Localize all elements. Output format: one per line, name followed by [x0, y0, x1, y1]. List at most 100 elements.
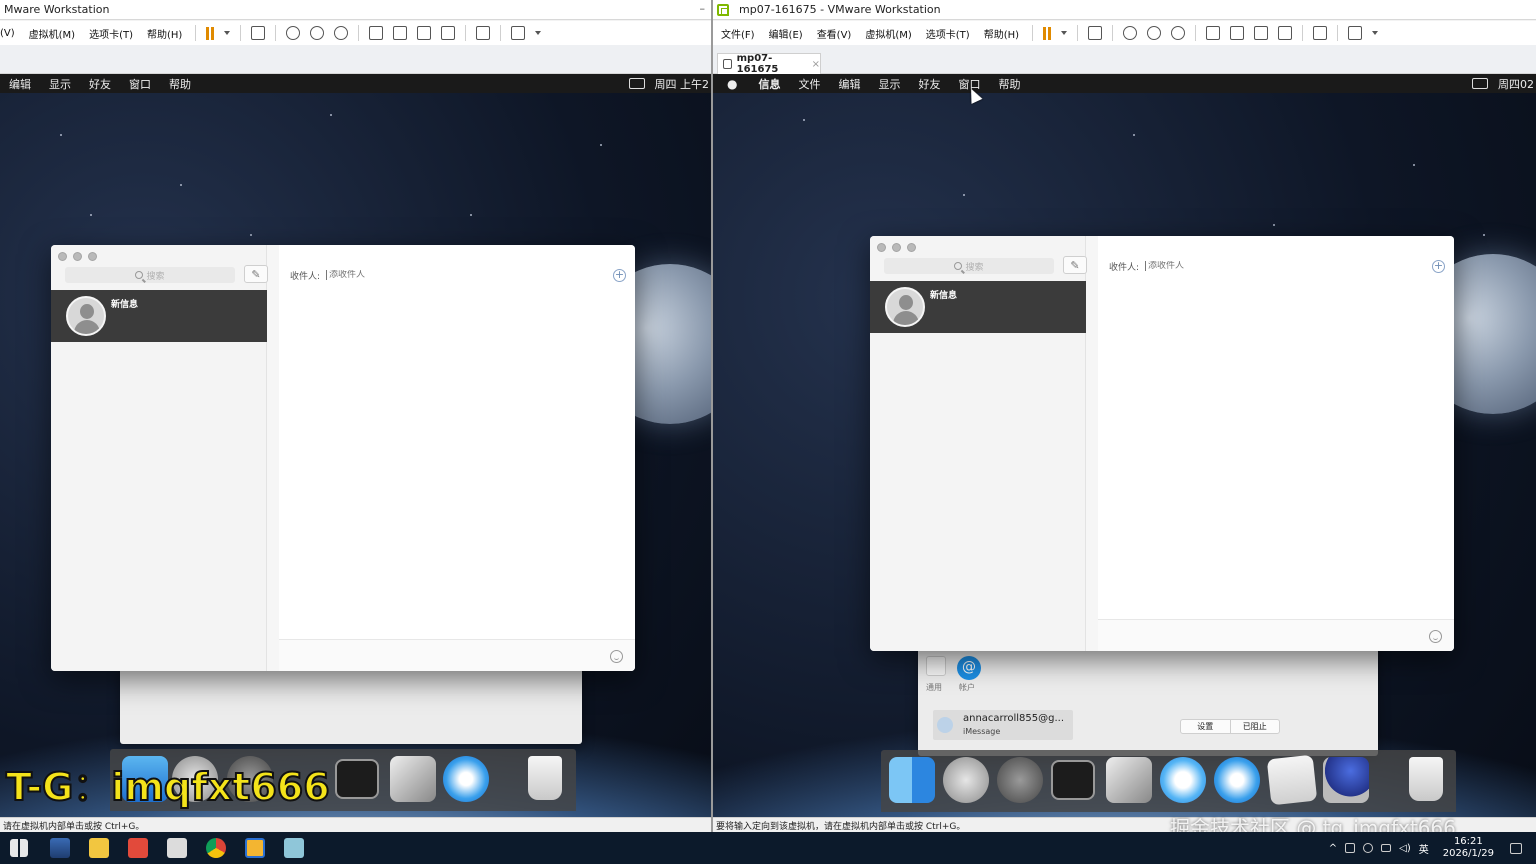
pause-icon[interactable]: [1043, 26, 1052, 40]
windows-start-icon[interactable]: [10, 839, 28, 857]
message-composer[interactable]: [1098, 619, 1454, 651]
file-explorer-icon[interactable]: [89, 838, 109, 858]
menu-tabs[interactable]: 选项卡(T): [82, 26, 140, 41]
zoom-icon[interactable]: [907, 242, 916, 252]
tray-app-icon[interactable]: [1345, 843, 1356, 853]
tab-vm[interactable]: mp07-161675 ×: [717, 53, 821, 75]
general-tab-icon[interactable]: [926, 656, 946, 676]
finder-icon[interactable]: [889, 757, 935, 803]
airplay-icon[interactable]: [1472, 78, 1488, 89]
snapshot-manager-icon[interactable]: [1171, 26, 1186, 40]
tray-clock-app-icon[interactable]: [1363, 843, 1374, 853]
mac-menu-window[interactable]: 窗口: [120, 76, 160, 92]
accounts-tab-icon[interactable]: @: [957, 656, 981, 680]
mac-menu-edit[interactable]: 编辑: [0, 76, 40, 92]
mac-menu-edit[interactable]: 编辑: [829, 76, 869, 92]
menu-tabs[interactable]: 选项卡(T): [919, 26, 977, 41]
account-row[interactable]: annacarroll855@g... iMessage: [933, 710, 1073, 740]
messages-icon[interactable]: [1160, 757, 1206, 803]
thumbnail-icon[interactable]: [1230, 26, 1245, 40]
snapshot-icon[interactable]: [1123, 26, 1138, 40]
vmware-taskbar-icon[interactable]: [245, 838, 265, 858]
mac-menu-messages[interactable]: 信息: [749, 76, 789, 92]
message-composer[interactable]: [279, 639, 635, 671]
minimize-icon[interactable]: [73, 251, 82, 261]
add-contact-icon[interactable]: +: [613, 269, 626, 282]
menu-vm[interactable]: 虚拟机(M): [22, 26, 82, 41]
settings-button[interactable]: 设置: [1181, 720, 1231, 733]
compose-button[interactable]: ✎: [244, 265, 268, 283]
mac-menu-help[interactable]: 帮助: [989, 76, 1029, 92]
zoom-icon[interactable]: [88, 251, 97, 261]
search-input[interactable]: 搜索: [65, 267, 235, 283]
chevron-down-icon[interactable]: [535, 31, 542, 35]
taskbar-clock[interactable]: 16:21 2026/1/29: [1443, 836, 1494, 860]
menu-file[interactable]: 文件(F): [713, 26, 762, 41]
conversation-item[interactable]: 新信息: [51, 290, 267, 342]
airplay-icon[interactable]: [628, 78, 645, 89]
pinned-app-blue-icon[interactable]: [284, 838, 304, 858]
activity-monitor-icon[interactable]: [335, 759, 379, 799]
library-icon[interactable]: [1206, 26, 1221, 40]
stretch-icon[interactable]: [511, 26, 526, 40]
blocked-button[interactable]: 已阻止: [1231, 720, 1280, 733]
textedit-icon[interactable]: [1266, 754, 1318, 806]
safari-icon[interactable]: [443, 756, 489, 802]
compose-button[interactable]: ✎: [1063, 256, 1087, 274]
mac-menu-view[interactable]: 显示: [869, 76, 909, 92]
trash-icon[interactable]: [1403, 757, 1449, 803]
emoji-icon[interactable]: [1429, 630, 1442, 643]
pause-icon[interactable]: [206, 26, 215, 40]
pinned-app-mac-icon[interactable]: [167, 838, 187, 858]
menubar-clock[interactable]: 周四 上午2: [655, 76, 710, 92]
minimize-icon[interactable]: –: [700, 2, 706, 15]
safari-icon[interactable]: [1214, 757, 1260, 803]
menu-help[interactable]: 帮助(H): [140, 26, 189, 41]
pinned-app-red-icon[interactable]: [128, 838, 148, 858]
chrome-icon[interactable]: [206, 838, 226, 858]
general-tab-label[interactable]: 通用: [926, 682, 942, 693]
unity-icon[interactable]: [1278, 26, 1293, 40]
system-preferences-icon[interactable]: [997, 757, 1043, 803]
xcode-icon[interactable]: [1106, 757, 1152, 803]
xcode-icon[interactable]: [390, 756, 436, 802]
menu-view[interactable]: 查看(V): [810, 26, 859, 41]
unity-icon[interactable]: [441, 26, 456, 40]
search-input[interactable]: 搜索: [884, 258, 1054, 274]
revert-snapshot-icon[interactable]: [1147, 26, 1162, 40]
add-contact-icon[interactable]: +: [1432, 260, 1445, 273]
chevron-down-icon[interactable]: [1372, 31, 1379, 35]
chevron-down-icon[interactable]: [224, 31, 231, 35]
fullscreen-icon[interactable]: [417, 26, 432, 40]
volume-icon[interactable]: ◁): [1399, 843, 1411, 854]
pinned-app-icon[interactable]: [50, 838, 70, 858]
snapshot-icon[interactable]: [286, 26, 301, 40]
mac-menu-buddies[interactable]: 好友: [909, 76, 949, 92]
send-keys-icon[interactable]: [1088, 26, 1103, 40]
network-utility-icon[interactable]: [1323, 757, 1369, 803]
fullscreen-icon[interactable]: [1254, 26, 1269, 40]
activity-monitor-icon[interactable]: [1051, 760, 1095, 800]
trash-icon[interactable]: [522, 756, 568, 802]
snapshot-manager-icon[interactable]: [334, 26, 349, 40]
close-icon[interactable]: [58, 251, 67, 261]
emoji-icon[interactable]: [610, 650, 623, 663]
launchpad-icon[interactable]: [943, 757, 989, 803]
thumbnail-icon[interactable]: [393, 26, 408, 40]
mac-menu-view[interactable]: 显示: [40, 76, 80, 92]
close-icon[interactable]: ×: [812, 59, 820, 70]
minimize-icon[interactable]: [892, 242, 901, 252]
apple-menu-icon[interactable]: ●: [713, 77, 749, 91]
close-icon[interactable]: [877, 242, 886, 252]
menu-help[interactable]: 帮助(H): [977, 26, 1026, 41]
mac-menu-file[interactable]: 文件: [789, 76, 829, 92]
recipient-input[interactable]: [1145, 261, 1346, 271]
recipient-input[interactable]: [326, 270, 527, 280]
conversation-item[interactable]: 新信息: [870, 281, 1086, 333]
mac-menu-help[interactable]: 帮助: [160, 76, 200, 92]
tray-chevron-icon[interactable]: ^: [1329, 843, 1337, 854]
revert-snapshot-icon[interactable]: [310, 26, 325, 40]
network-icon[interactable]: [1381, 844, 1392, 852]
menubar-clock[interactable]: 周四02: [1498, 76, 1534, 92]
ime-indicator[interactable]: 英: [1419, 841, 1429, 856]
